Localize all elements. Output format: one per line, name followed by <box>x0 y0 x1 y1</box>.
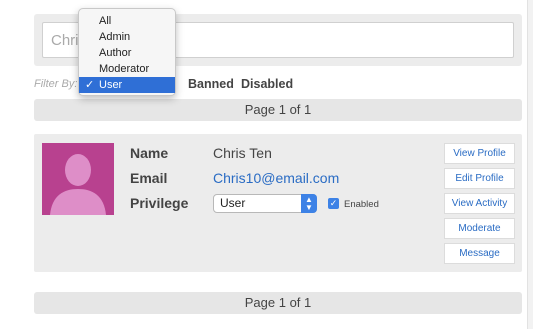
avatar <box>42 143 114 215</box>
pagination-bottom: Page 1 of 1 <box>34 292 522 314</box>
privilege-label: Privilege <box>130 195 189 211</box>
dropdown-item-all[interactable]: All <box>79 13 175 29</box>
enabled-label: Enabled <box>344 199 379 210</box>
dropdown-item-label: User <box>99 79 123 91</box>
message-button[interactable]: Message <box>444 243 515 264</box>
enabled-checkbox[interactable]: ✓ <box>328 198 339 209</box>
dropdown-item-author[interactable]: Author <box>79 45 175 61</box>
view-activity-button[interactable]: View Activity <box>444 193 515 214</box>
dropdown-item-label: Admin <box>99 31 131 43</box>
dropdown-item-admin[interactable]: Admin <box>79 29 175 45</box>
privilege-select[interactable]: User ▲ ▼ <box>213 194 317 213</box>
dropdown-item-label: Author <box>99 47 132 59</box>
filter-label: Filter By: <box>34 78 78 90</box>
view-profile-button[interactable]: View Profile <box>444 143 515 164</box>
user-silhouette-icon <box>50 154 106 215</box>
name-value: Chris Ten <box>213 145 272 161</box>
pagination-top: Page 1 of 1 <box>34 99 522 121</box>
filter-option-disabled[interactable]: Disabled <box>241 77 293 91</box>
dropdown-item-user[interactable]: ✓ User <box>79 77 175 93</box>
privilege-select-value: User <box>220 196 246 210</box>
moderate-button[interactable]: Moderate <box>444 218 515 239</box>
name-label: Name <box>130 145 169 161</box>
filter-option-banned[interactable]: Banned <box>188 77 234 91</box>
checkmark-icon: ✓ <box>85 79 95 91</box>
adjacent-panel-edge <box>527 0 533 329</box>
filter-dropdown-menu: All Admin Author Moderator ✓ User <box>78 8 176 96</box>
dropdown-item-label: Moderator <box>99 63 150 75</box>
dropdown-item-label: All <box>99 15 112 27</box>
edit-profile-button[interactable]: Edit Profile <box>444 168 515 189</box>
email-link[interactable]: Chris10@email.com <box>213 170 339 186</box>
dropdown-item-moderator[interactable]: Moderator <box>79 61 175 77</box>
user-card: Name Chris Ten Email Chris10@email.com P… <box>34 134 522 272</box>
updown-chevron-icon: ▲ ▼ <box>301 194 317 213</box>
email-label: Email <box>130 170 168 186</box>
